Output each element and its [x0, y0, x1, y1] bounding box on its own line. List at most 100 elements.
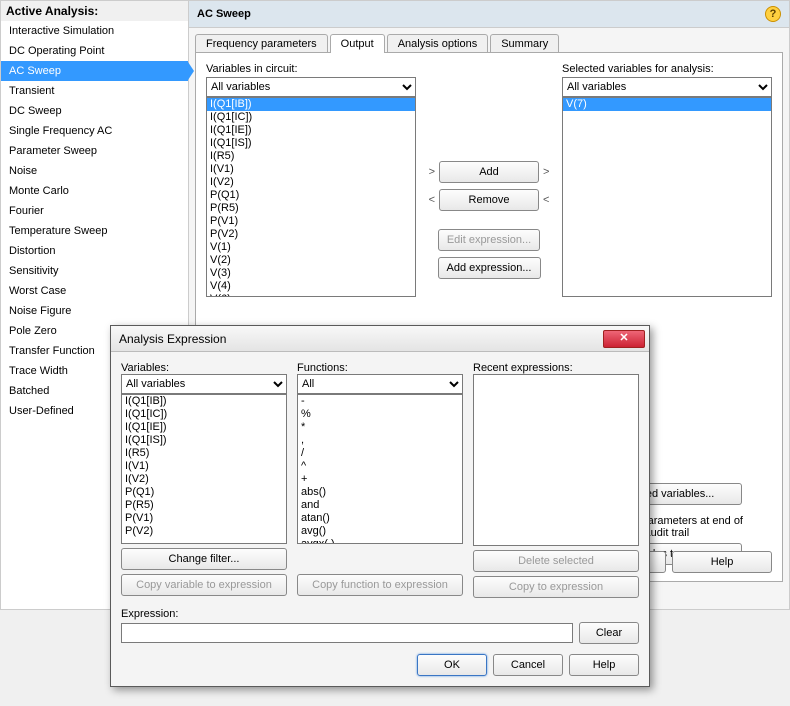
list-item[interactable]: P(Q1) [122, 486, 286, 499]
list-item[interactable]: I(R5) [207, 150, 415, 163]
variables-in-circuit-label: Variables in circuit: [206, 63, 416, 75]
dialog-titlebar[interactable]: Analysis Expression ✕ [111, 326, 649, 352]
expression-label: Expression: [121, 608, 178, 620]
copy-function-button[interactable]: Copy function to expression [297, 574, 463, 596]
delete-selected-button[interactable]: Delete selected [473, 550, 639, 572]
sidebar-item-temperature-sweep[interactable]: Temperature Sweep [1, 221, 188, 241]
angle-left-icon: < [429, 194, 435, 206]
list-item[interactable]: I(Q1[IS]) [122, 434, 286, 447]
tab-strip: Frequency parametersOutputAnalysis optio… [189, 28, 789, 53]
list-item[interactable]: atan() [298, 512, 462, 525]
selected-variables-filter-combo[interactable]: All variables [562, 77, 772, 97]
dlg-cancel-button[interactable]: Cancel [493, 654, 563, 676]
list-item[interactable]: V(4) [207, 280, 415, 293]
dialog-title: Analysis Expression [119, 332, 226, 346]
list-item[interactable]: I(Q1[IE]) [122, 421, 286, 434]
dlg-variables-listbox[interactable]: I(Q1[IB])I(Q1[IC])I(Q1[IE])I(Q1[IS])I(R5… [121, 394, 287, 544]
list-item[interactable]: I(R5) [122, 447, 286, 460]
list-item[interactable]: , [298, 434, 462, 447]
sidebar-item-sensitivity[interactable]: Sensitivity [1, 261, 188, 281]
list-item[interactable]: I(V1) [122, 460, 286, 473]
sidebar-item-fourier[interactable]: Fourier [1, 201, 188, 221]
angle-right-icon: > [543, 166, 549, 178]
tab-analysis-options[interactable]: Analysis options [387, 34, 489, 53]
list-item[interactable]: I(Q1[IB]) [207, 98, 415, 111]
list-item[interactable]: V(3) [207, 267, 415, 280]
list-item[interactable]: V(1) [207, 241, 415, 254]
variables-filter-combo[interactable]: All variables [206, 77, 416, 97]
copy-to-expression-button[interactable]: Copy to expression [473, 576, 639, 598]
sidebar-item-noise-figure[interactable]: Noise Figure [1, 301, 188, 321]
add-expression-button[interactable]: Add expression... [438, 257, 541, 279]
dlg-variables-combo[interactable]: All variables [121, 374, 287, 394]
angle-right-icon: > [429, 166, 435, 178]
list-item[interactable]: P(V2) [122, 525, 286, 538]
list-item[interactable]: and [298, 499, 462, 512]
expression-input[interactable] [121, 623, 573, 643]
dlg-recent-listbox[interactable] [473, 374, 639, 546]
list-item[interactable]: P(V2) [207, 228, 415, 241]
help-button[interactable]: Help [672, 551, 772, 573]
sidebar-item-interactive-simulation[interactable]: Interactive Simulation [1, 21, 188, 41]
list-item[interactable]: I(V2) [122, 473, 286, 486]
selected-variables-label: Selected variables for analysis: [562, 63, 772, 75]
help-icon[interactable]: ? [765, 6, 781, 22]
list-item[interactable]: P(R5) [207, 202, 415, 215]
list-item[interactable]: I(Q1[IC]) [207, 111, 415, 124]
angle-left-icon: < [543, 194, 549, 206]
list-item[interactable]: I(Q1[IB]) [122, 395, 286, 408]
list-item[interactable]: * [298, 421, 462, 434]
list-item[interactable]: P(R5) [122, 499, 286, 512]
clear-button[interactable]: Clear [579, 622, 639, 644]
dlg-functions-label: Functions: [297, 362, 463, 374]
tab-output[interactable]: Output [330, 34, 385, 53]
sidebar-item-ac-sweep[interactable]: AC Sweep [1, 61, 188, 81]
sidebar-item-single-frequency-ac[interactable]: Single Frequency AC [1, 121, 188, 141]
list-item[interactable]: P(Q1) [207, 189, 415, 202]
list-item[interactable]: abs() [298, 486, 462, 499]
sidebar-header: Active Analysis: [1, 1, 188, 21]
list-item[interactable]: I(V2) [207, 176, 415, 189]
pane-title: AC Sweep [197, 8, 251, 20]
close-icon[interactable]: ✕ [603, 330, 645, 348]
list-item[interactable]: V(6) [207, 293, 415, 297]
sidebar-item-dc-sweep[interactable]: DC Sweep [1, 101, 188, 121]
list-item[interactable]: V(7) [563, 98, 771, 111]
add-button[interactable]: Add [439, 161, 539, 183]
change-filter-button[interactable]: Change filter... [121, 548, 287, 570]
list-item[interactable]: I(Q1[IE]) [207, 124, 415, 137]
ok-button[interactable]: OK [417, 654, 487, 676]
list-item[interactable]: P(V1) [207, 215, 415, 228]
sidebar-item-transient[interactable]: Transient [1, 81, 188, 101]
dlg-variables-label: Variables: [121, 362, 287, 374]
list-item[interactable]: I(V1) [207, 163, 415, 176]
selected-variables-listbox[interactable]: V(7) [562, 97, 772, 297]
sidebar-item-dc-operating-point[interactable]: DC Operating Point [1, 41, 188, 61]
copy-variable-button[interactable]: Copy variable to expression [121, 574, 287, 596]
dlg-functions-listbox[interactable]: -%*,/^+abs()andatan()avg()avgx(,)boltz [297, 394, 463, 544]
list-item[interactable]: I(Q1[IS]) [207, 137, 415, 150]
list-item[interactable]: V(2) [207, 254, 415, 267]
list-item[interactable]: % [298, 408, 462, 421]
dlg-help-button[interactable]: Help [569, 654, 639, 676]
dlg-functions-combo[interactable]: All [297, 374, 463, 394]
list-item[interactable]: / [298, 447, 462, 460]
list-item[interactable]: I(Q1[IC]) [122, 408, 286, 421]
list-item[interactable]: avgx(,) [298, 538, 462, 544]
dlg-recent-label: Recent expressions: [473, 362, 639, 374]
sidebar-item-noise[interactable]: Noise [1, 161, 188, 181]
sidebar-item-parameter-sweep[interactable]: Parameter Sweep [1, 141, 188, 161]
edit-expression-button[interactable]: Edit expression... [438, 229, 540, 251]
list-item[interactable]: P(V1) [122, 512, 286, 525]
sidebar-item-worst-case[interactable]: Worst Case [1, 281, 188, 301]
list-item[interactable]: avg() [298, 525, 462, 538]
list-item[interactable]: - [298, 395, 462, 408]
list-item[interactable]: + [298, 473, 462, 486]
remove-button[interactable]: Remove [439, 189, 539, 211]
tab-summary[interactable]: Summary [490, 34, 559, 53]
sidebar-item-monte-carlo[interactable]: Monte Carlo [1, 181, 188, 201]
tab-frequency-parameters[interactable]: Frequency parameters [195, 34, 328, 53]
variables-in-circuit-listbox[interactable]: I(Q1[IB])I(Q1[IC])I(Q1[IE])I(Q1[IS])I(R5… [206, 97, 416, 297]
sidebar-item-distortion[interactable]: Distortion [1, 241, 188, 261]
list-item[interactable]: ^ [298, 460, 462, 473]
